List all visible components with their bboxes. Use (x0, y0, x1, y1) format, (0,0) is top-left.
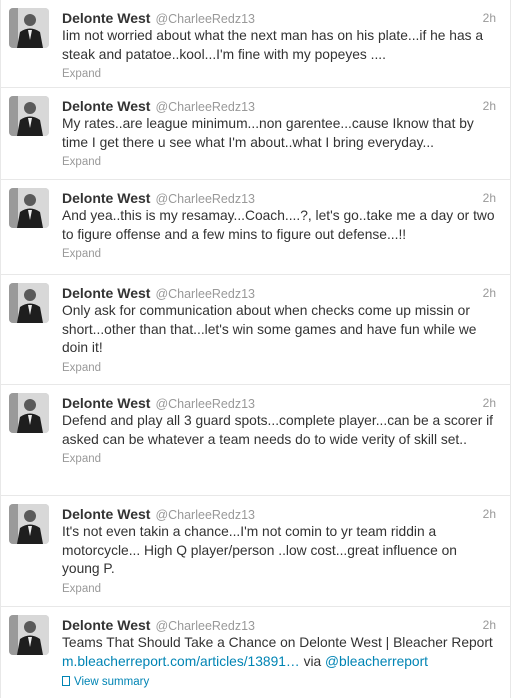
view-summary-link[interactable]: View summary (62, 675, 496, 689)
expand-link[interactable]: Expand (62, 361, 496, 375)
avatar[interactable] (9, 504, 49, 544)
tweet-item[interactable]: Delonte West @CharleeRedz13 2h Only ask f… (1, 275, 510, 385)
tweet-timestamp[interactable]: 2h (483, 616, 496, 634)
author-handle[interactable]: @CharleeRedz13 (155, 508, 255, 522)
mention-link[interactable]: @bleacherreport (325, 654, 428, 669)
tweet-timestamp[interactable]: 2h (483, 9, 496, 27)
tweet-item[interactable]: Delonte West @CharleeRedz13 2h Defend and… (1, 385, 510, 496)
expand-link[interactable]: Expand (62, 452, 496, 466)
author-name[interactable]: Delonte West (62, 395, 150, 411)
tweet-timestamp[interactable]: 2h (483, 394, 496, 412)
author-name[interactable]: Delonte West (62, 190, 150, 206)
author-name[interactable]: Delonte West (62, 617, 150, 633)
tweet-text-lead: Teams That Should Take a Chance on Delon… (62, 635, 493, 650)
author-handle[interactable]: @CharleeRedz13 (155, 287, 255, 301)
expand-link[interactable]: Expand (62, 67, 496, 81)
tweet-text: Iim not worried about what the next man … (62, 28, 484, 62)
tweet-text: Teams That Should Take a Chance on Delon… (62, 634, 496, 671)
author-name[interactable]: Delonte West (62, 285, 150, 301)
tweet-text: My rates..are league minimum...non garen… (62, 116, 474, 150)
avatar[interactable] (9, 188, 49, 228)
via-text: via (299, 653, 326, 669)
tweet-text: And yea..this is my resamay...Coach....?… (62, 208, 495, 242)
expand-link[interactable]: Expand (62, 155, 496, 169)
avatar[interactable] (9, 96, 49, 136)
tweet-item[interactable]: Delonte West @CharleeRedz13 2h It's not e… (1, 496, 510, 607)
expand-link[interactable]: Expand (62, 582, 496, 596)
view-summary-label[interactable]: View summary (74, 676, 149, 688)
avatar[interactable] (9, 615, 49, 655)
tweet-timestamp[interactable]: 2h (483, 97, 496, 115)
tweet-item[interactable]: Delonte West @CharleeRedz13 2h Teams That… (1, 607, 510, 698)
tweet-text: Only ask for communication about when ch… (62, 303, 477, 355)
author-name[interactable]: Delonte West (62, 506, 150, 522)
tweet-timestamp[interactable]: 2h (483, 505, 496, 523)
tweet-item[interactable]: Delonte West @CharleeRedz13 2h Iim not wo… (1, 0, 510, 88)
tweet-text: Defend and play all 3 guard spots...comp… (62, 413, 494, 447)
tweet-item[interactable]: Delonte West @CharleeRedz13 2h My rates..… (1, 88, 510, 180)
avatar[interactable] (9, 8, 49, 48)
avatar[interactable] (9, 393, 49, 433)
author-name[interactable]: Delonte West (62, 98, 150, 114)
author-name[interactable]: Delonte West (62, 10, 150, 26)
avatar[interactable] (9, 283, 49, 323)
tweet-timeline: Delonte West @CharleeRedz13 2h Iim not wo… (0, 0, 511, 698)
author-handle[interactable]: @CharleeRedz13 (155, 619, 255, 633)
author-handle[interactable]: @CharleeRedz13 (155, 12, 255, 26)
tweet-timestamp[interactable]: 2h (483, 189, 496, 207)
author-handle[interactable]: @CharleeRedz13 (155, 397, 255, 411)
author-handle[interactable]: @CharleeRedz13 (155, 100, 255, 114)
tweet-timestamp[interactable]: 2h (483, 284, 496, 302)
tweet-item[interactable]: Delonte West @CharleeRedz13 2h And yea..t… (1, 180, 510, 275)
document-icon (62, 676, 70, 686)
expand-link[interactable]: Expand (62, 247, 496, 261)
tweet-text: It's not even takin a chance...I'm not c… (62, 524, 457, 576)
author-handle[interactable]: @CharleeRedz13 (155, 192, 255, 206)
article-link[interactable]: m.bleacherreport.com/articles/13891… (62, 654, 300, 669)
